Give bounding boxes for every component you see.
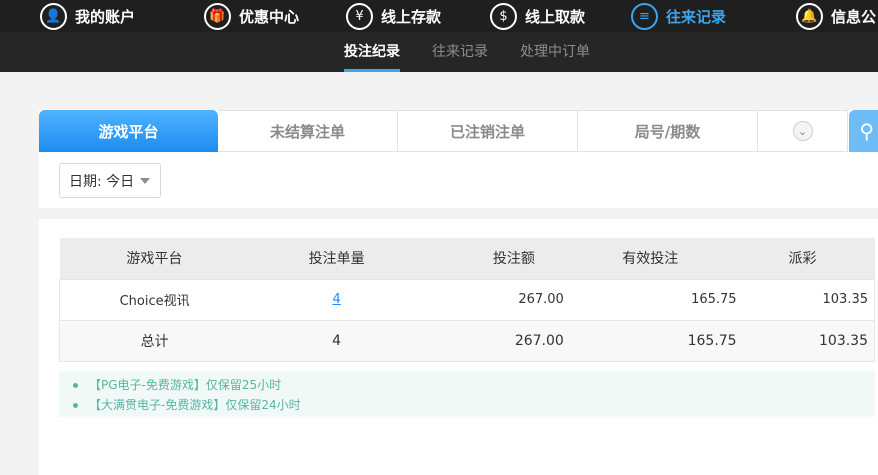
column-header: 有效投注 [563,238,737,279]
search-button[interactable]: ⚲ [849,110,878,152]
subnav-pending-orders[interactable]: 处理中订单 [520,32,590,72]
bullet-icon [73,402,78,408]
tab-cancelled[interactable]: 已注销注单 [398,110,578,152]
records-icon: ≡ [631,2,658,30]
total-count: 4 [249,319,424,362]
column-header: 派彩 [736,238,875,279]
nav-messages[interactable]: 🔔 信息公 [796,0,876,32]
nav-withdraw[interactable]: $ 线上取款 [490,0,585,32]
date-select-label: 日期: 今日 [69,173,135,190]
payout-cell: 103.35 [736,278,875,320]
bell-icon: 🔔 [796,2,823,30]
user-icon: 👤 [40,2,67,30]
notice-text: 【PG电子-免费游戏】仅保留25小时 [89,378,282,392]
bullet-icon [73,382,78,388]
search-icon: ⚲ [859,119,874,143]
notice-list: 【PG电子-免费游戏】仅保留25小时 【大满贯电子-免费游戏】仅保留24小时 [59,371,875,417]
list-item: 【PG电子-免费游戏】仅保留25小时 [73,375,875,395]
bet-amount-cell: 267.00 [423,278,564,320]
total-row: 总计 4 267.00 165.75 103.35 [59,319,875,362]
count-cell: 4 [249,278,424,320]
total-payout: 103.35 [736,319,875,362]
nav-label: 优惠中心 [239,7,300,26]
column-header: 游戏平台 [59,238,250,279]
column-header: 投注单量 [249,238,424,279]
tab-unsettled[interactable]: 未结算注单 [218,110,398,152]
nav-my-account[interactable]: 👤 我的账户 [40,0,135,32]
notice-text: 【大满贯电子-免费游戏】仅保留24小时 [89,398,301,412]
valid-bet-cell: 165.75 [563,278,737,320]
nav-label: 信息公 [831,7,877,26]
filter-panel: 游戏平台 未结算注单 已注销注单 局号/期数 ⌄ ⚲ 日期: 今日 [39,110,878,208]
subnav-transactions[interactable]: 往来记录 [432,32,488,72]
results-panel: 游戏平台 投注单量 投注额 有效投注 派彩 Choice视讯 4 267.00 … [39,219,878,475]
gift-icon: 🎁 [204,2,231,30]
nav-label: 线上取款 [525,7,586,26]
tab-game-platform[interactable]: 游戏平台 [39,110,218,152]
table-row: Choice视讯 4 267.00 165.75 103.35 [59,278,875,320]
nav-label: 往来记录 [666,7,727,26]
nav-label: 我的账户 [75,7,136,26]
withdraw-icon: $ [490,2,517,30]
table-header-row: 游戏平台 投注单量 投注额 有效投注 派彩 [59,238,875,279]
bet-count-link[interactable]: 4 [332,292,340,307]
nav-records[interactable]: ≡ 往来记录 [631,0,726,32]
filter-tabs: 游戏平台 未结算注单 已注销注单 局号/期数 ⌄ [39,110,848,152]
tab-round-number[interactable]: 局号/期数 [578,110,758,152]
nav-deposit[interactable]: ¥ 线上存款 [346,0,441,32]
list-item: 【大满贯电子-免费游戏】仅保留24小时 [73,395,875,415]
caret-down-icon [140,177,151,184]
subnav-bet-records[interactable]: 投注纪录 [344,32,400,72]
sub-nav: 投注纪录 往来记录 处理中订单 [0,32,878,72]
bet-summary-table: 游戏平台 投注单量 投注额 有效投注 派彩 Choice视讯 4 267.00 … [59,238,875,362]
total-valid: 165.75 [563,319,737,362]
nav-label: 线上存款 [381,7,442,26]
chevron-down-icon: ⌄ [792,121,813,141]
top-nav: 👤 我的账户 🎁 优惠中心 ¥ 线上存款 $ 线上取款 ≡ 往来记录 🔔 信息公 [0,0,878,32]
deposit-icon: ¥ [346,2,373,30]
more-tabs-dropdown[interactable]: ⌄ [758,110,848,152]
total-bet: 267.00 [423,319,564,362]
platform-cell: Choice视讯 [59,278,250,320]
date-select[interactable]: 日期: 今日 [59,163,161,198]
column-header: 投注额 [423,238,564,279]
total-label: 总计 [59,319,250,362]
nav-promotions[interactable]: 🎁 优惠中心 [204,0,299,32]
